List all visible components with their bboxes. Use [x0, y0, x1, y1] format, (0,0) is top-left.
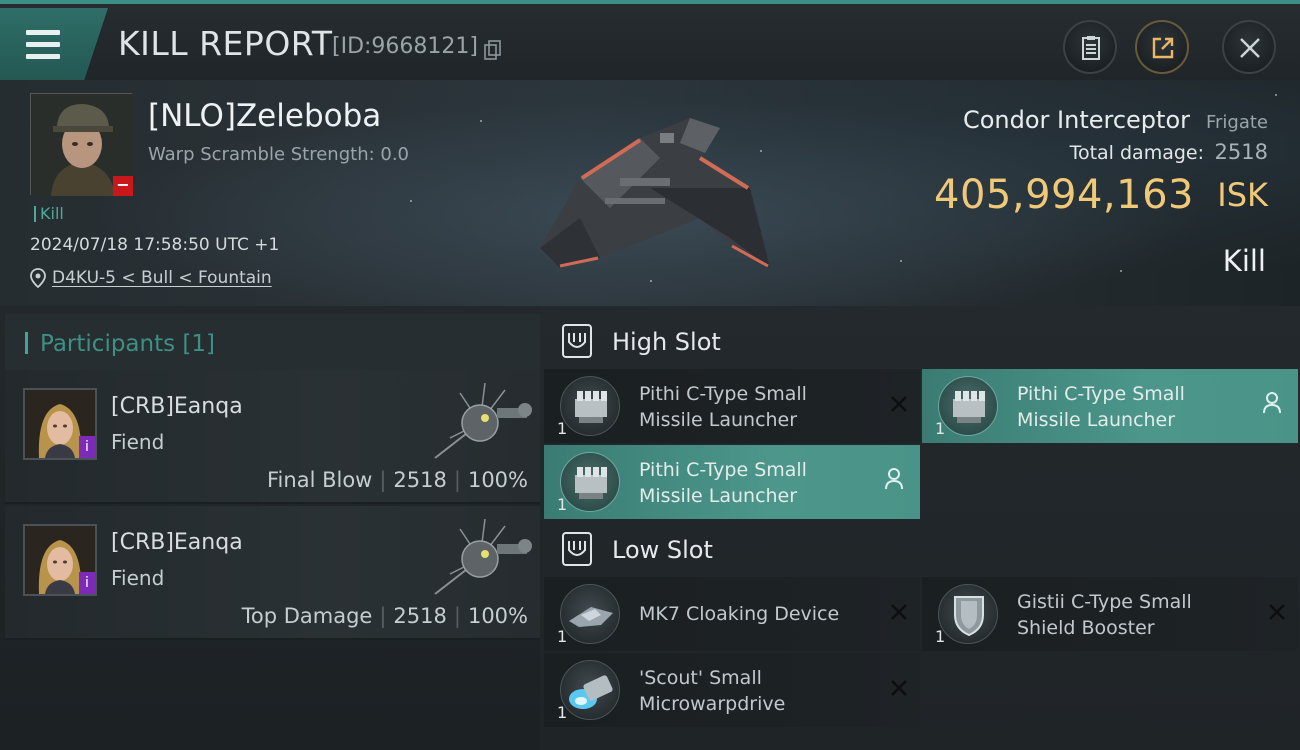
shield-booster-icon [938, 584, 998, 644]
module-item[interactable]: 1 MK7 Cloaking Device [544, 577, 920, 651]
participant-row[interactable]: i [CRB]Eanqa Fiend Top Damage | 2518 | 100% [5, 506, 540, 640]
share-button[interactable] [1135, 20, 1189, 74]
module-qty: 1 [557, 419, 568, 438]
missile-launcher-icon [560, 376, 620, 436]
corp-badge: i [79, 572, 95, 594]
fitting-panel: High Slot 1 Pithi C-Type Small Missile La… [540, 306, 1300, 750]
isk-unit: ISK [1217, 176, 1268, 214]
participant-stats: Top Damage | 2518 | 100% [241, 604, 528, 628]
microwarpdrive-icon [560, 660, 620, 720]
module-name: 'Scout' Small Microwarpdrive [639, 667, 786, 715]
low-slot-label: Low Slot [612, 536, 713, 564]
top-bar: KILL REPORT [ID:9668121] [0, 0, 1300, 80]
hamburger-icon [26, 30, 60, 66]
close-button[interactable] [1222, 20, 1276, 74]
participant-ship-icon [434, 382, 532, 459]
x-icon [891, 604, 907, 620]
x-icon [891, 680, 907, 696]
x-icon [891, 396, 907, 412]
report-id: [ID:9668121] [332, 34, 478, 59]
participants-label: Participants [1] [40, 331, 215, 357]
kill-datetime: 2024/07/18 17:58:50 UTC +1 [30, 235, 280, 255]
module-name: Pithi C-Type Small Missile Launcher [639, 459, 807, 507]
close-icon [1240, 38, 1260, 58]
participants-panel: Participants [1] i [CRB]Eanqa Fiend Fina… [0, 306, 540, 750]
cloaking-device-icon [560, 584, 620, 644]
module-qty: 1 [557, 703, 568, 722]
participant-damage: 2518 [393, 604, 447, 628]
module-item[interactable]: 1 Pithi C-Type Small Missile Launcher [922, 369, 1298, 443]
ship-render [540, 118, 770, 268]
participant-ship: Fiend [111, 566, 165, 590]
map-pin-icon [30, 268, 46, 288]
slot-shield-icon [562, 532, 592, 566]
missile-launcher-icon [938, 376, 998, 436]
victim-ship-class: Frigate [1205, 112, 1268, 133]
isk-value: 405,994,163 [934, 172, 1194, 218]
kill-tag: Kill [34, 206, 64, 222]
module-qty: 1 [935, 627, 946, 646]
clipboard-button[interactable] [1063, 20, 1117, 74]
participant-name[interactable]: [CRB]Eanqa [111, 394, 243, 419]
participant-ship-icon [434, 518, 532, 595]
high-slot-label: High Slot [612, 328, 721, 356]
clipboard-icon [1082, 36, 1100, 60]
module-name: Pithi C-Type Small Missile Launcher [1017, 383, 1185, 431]
warp-scramble-strength: Warp Scramble Strength: 0.0 [148, 144, 410, 165]
participant-role: Final Blow [267, 468, 373, 492]
module-name: Gistii C-Type Small Shield Booster [1017, 591, 1192, 639]
participant-name[interactable]: [CRB]Eanqa [111, 530, 243, 555]
participants-header[interactable]: Participants [1] [5, 314, 540, 370]
slot-shield-icon [562, 324, 592, 358]
victim-ship-name[interactable]: Condor Interceptor [963, 106, 1190, 134]
kill-location-link[interactable]: D4KU-5 < Bull < Fountain [52, 268, 272, 288]
low-slot-header: Low Slot [540, 518, 1300, 578]
victim-summary: − [NLO]Zeleboba Warp Scramble Strength: … [0, 80, 1300, 306]
module-name: MK7 Cloaking Device [639, 603, 840, 625]
person-icon [885, 468, 903, 490]
module-qty: 1 [557, 495, 568, 514]
module-item[interactable]: 1 Gistii C-Type Small Shield Booster [922, 577, 1298, 651]
module-qty: 1 [557, 627, 568, 646]
share-icon [1152, 37, 1174, 59]
participant-ship: Fiend [111, 430, 165, 454]
module-item[interactable]: 1 'Scout' Small Microwarpdrive [544, 653, 920, 727]
module-name: Pithi C-Type Small Missile Launcher [639, 383, 807, 431]
participant-percent: 100% [467, 468, 528, 492]
result-label: Kill [1222, 244, 1266, 278]
module-qty: 1 [935, 419, 946, 438]
menu-button[interactable] [0, 8, 108, 80]
module-item[interactable]: 1 Pithi C-Type Small Missile Launcher [544, 445, 920, 519]
module-item[interactable]: 1 Pithi C-Type Small Missile Launcher [544, 369, 920, 443]
participant-damage: 2518 [393, 468, 447, 492]
copy-icon[interactable] [484, 40, 502, 60]
hostile-badge: − [113, 176, 133, 196]
total-damage-value: 2518 [1214, 140, 1268, 164]
total-damage-label: Total damage: [1069, 142, 1204, 164]
corp-badge: i [79, 436, 95, 458]
missile-launcher-icon [560, 452, 620, 512]
participant-row[interactable]: i [CRB]Eanqa Fiend Final Blow | 2518 | 100% [5, 370, 540, 504]
participant-stats: Final Blow | 2518 | 100% [267, 468, 528, 492]
person-icon [1263, 392, 1281, 414]
x-icon [1269, 604, 1285, 620]
victim-name[interactable]: [NLO]Zeleboba [148, 98, 381, 134]
participant-role: Top Damage [241, 604, 373, 628]
page-title: KILL REPORT [118, 24, 333, 63]
high-slot-header: High Slot [540, 310, 1300, 370]
participant-percent: 100% [467, 604, 528, 628]
